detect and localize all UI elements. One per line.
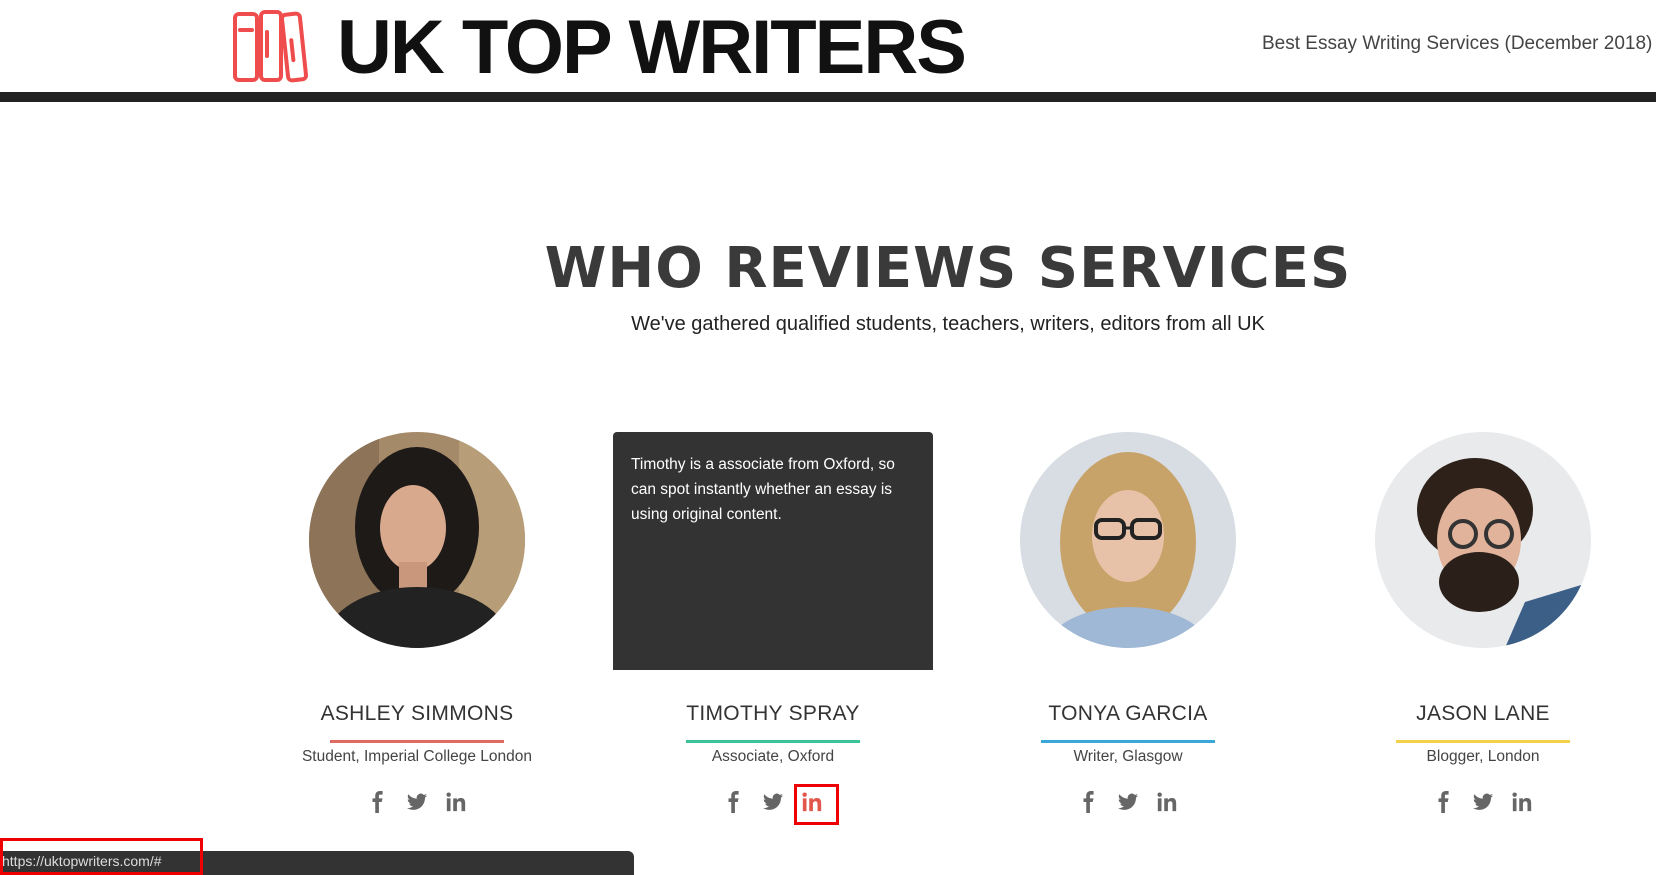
facebook-icon[interactable] <box>1431 788 1458 815</box>
reviewer-role: Associate, Oxford <box>711 748 835 765</box>
site-header: UK TOP WRITERS Best Essay Writing Servic… <box>0 0 1656 92</box>
reviewer-role: Writer, Glasgow <box>1073 748 1183 765</box>
name-underline <box>686 740 860 743</box>
facebook-icon[interactable] <box>1076 788 1103 815</box>
name-underline <box>330 740 504 743</box>
reviewer-photo <box>309 432 525 648</box>
section-title: WHO REVIEWS SERVICES <box>544 236 1352 301</box>
linkedin-icon[interactable] <box>443 788 470 815</box>
brand-name: UK TOP WRITERS <box>337 5 967 90</box>
section-subtitle: We've gathered qualified students, teach… <box>631 313 1265 335</box>
linkedin-icon[interactable] <box>793 784 839 825</box>
reviewer-photo <box>1020 432 1236 648</box>
reviewer-role: Student, Imperial College London <box>301 748 533 765</box>
linkedin-icon[interactable] <box>1509 788 1536 815</box>
twitter-icon[interactable] <box>1115 788 1142 815</box>
books-icon <box>233 10 309 83</box>
site-logo[interactable]: UK TOP WRITERS <box>232 5 967 90</box>
twitter-icon[interactable] <box>1470 788 1497 815</box>
linkedin-icon[interactable] <box>1154 788 1181 815</box>
header-divider <box>0 92 1656 102</box>
status-url-highlight <box>0 838 203 875</box>
twitter-icon[interactable] <box>404 788 431 815</box>
reviewer-bio: Timothy is a associate from Oxford, so c… <box>613 432 933 670</box>
reviewer-name: JASON LANE <box>1416 702 1550 725</box>
social-links <box>1323 788 1643 815</box>
reviewer-role: Blogger, London <box>1426 748 1540 765</box>
facebook-icon[interactable] <box>365 788 392 815</box>
name-underline <box>1396 740 1570 743</box>
name-underline <box>1041 740 1215 743</box>
social-links <box>968 788 1288 815</box>
nav-link-best-services[interactable]: Best Essay Writing Services (December 20… <box>1262 33 1652 55</box>
reviewer-name: TIMOTHY SPRAY <box>686 702 860 725</box>
reviewer-name: TONYA GARCIA <box>1048 702 1208 725</box>
reviewer-photo <box>1375 432 1591 648</box>
social-links <box>613 784 933 825</box>
reviewer-name: ASHLEY SIMMONS <box>320 702 514 725</box>
social-links <box>257 788 577 815</box>
facebook-icon[interactable] <box>721 788 748 815</box>
twitter-icon[interactable] <box>760 788 787 815</box>
